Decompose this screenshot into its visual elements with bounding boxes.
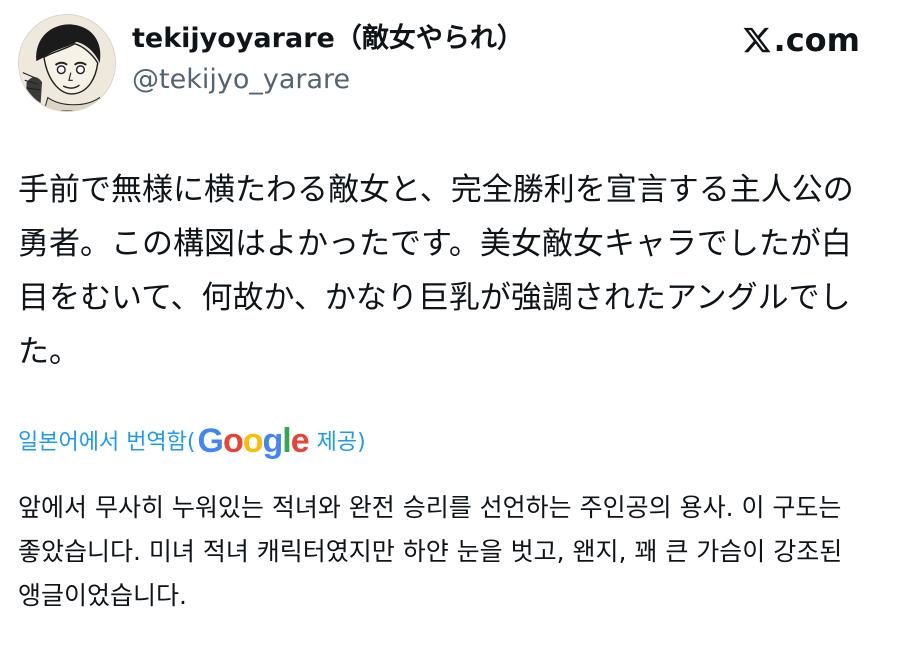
tweet-text: 手前で無様に横たわる敵女と、完全勝利を宣言する主人公の勇者。この構図はよかったで… <box>18 172 854 370</box>
google-logo: G o o g l e <box>197 421 310 461</box>
translation-prefix: 일본어에서 번역함( <box>18 430 196 455</box>
x-com-brand: .com <box>742 20 860 60</box>
google-letter: e <box>290 421 310 460</box>
brand-text: .com <box>773 21 860 59</box>
tweet-header: tekijyoyarare（敵女やられ） @tekijyo_yarare .co… <box>18 14 882 114</box>
google-letter: G <box>197 421 224 460</box>
avatar[interactable] <box>18 14 116 112</box>
google-letter: g <box>262 421 284 460</box>
display-name[interactable]: tekijyoyarare（敵女やられ） <box>132 22 524 56</box>
translated-text: 앞에서 무사히 누워있는 적녀와 완전 승리를 선언하는 주인공의 용사. 이 … <box>18 493 843 610</box>
google-letter: o <box>222 421 244 460</box>
avatar-illustration <box>19 15 115 111</box>
author-names: tekijyoyarare（敵女やられ） @tekijyo_yarare <box>132 22 524 98</box>
x-logo-icon <box>743 27 771 53</box>
translation-attribution[interactable]: 일본어에서 번역함( G o o g l e 제공) <box>18 418 366 462</box>
handle[interactable]: @tekijyo_yarare <box>132 62 524 98</box>
google-letter: o <box>242 421 264 460</box>
translation-suffix: 제공) <box>316 430 366 455</box>
google-letter: l <box>282 421 292 460</box>
